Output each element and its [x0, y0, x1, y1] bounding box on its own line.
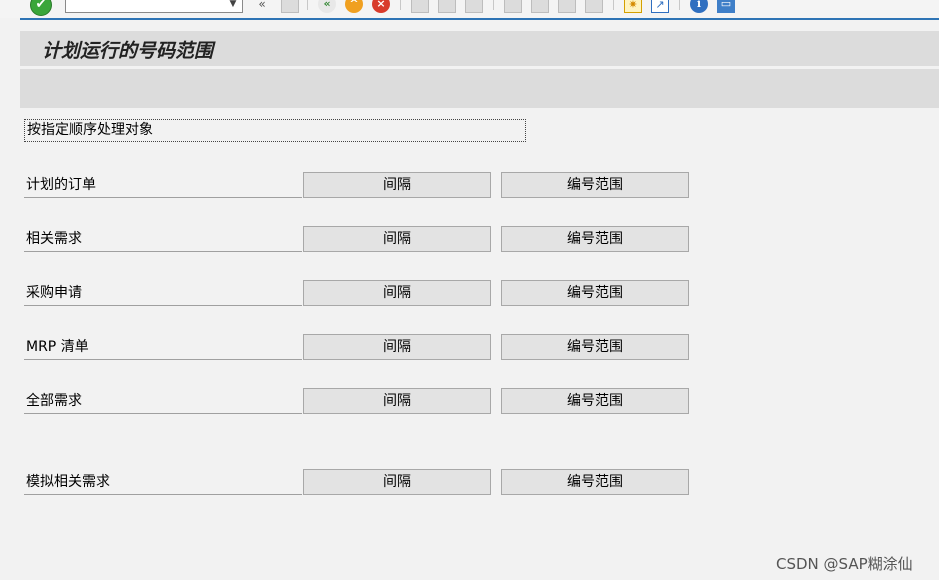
customize-layout-icon[interactable]: ▭: [717, 0, 735, 13]
system-toolbar: ✔ ▼ « « ^ × ✷ ↗ i ▭: [0, 0, 939, 18]
print-icon[interactable]: [411, 0, 429, 13]
interval-button-purchase-requisition[interactable]: 间隔: [303, 280, 491, 306]
toolbar-separator: [613, 0, 614, 10]
number-range-button-purchase-requisition[interactable]: 编号范围: [501, 280, 689, 306]
row-label-purchase-requisition: 采购申请: [24, 282, 302, 306]
save-icon[interactable]: [281, 0, 299, 13]
cancel-icon[interactable]: ×: [372, 0, 390, 13]
number-range-button-mrp-list[interactable]: 编号范围: [501, 334, 689, 360]
find-next-icon[interactable]: [465, 0, 483, 13]
interval-button-simulated-dependent-requirements[interactable]: 间隔: [303, 469, 491, 495]
double-left-chevron-icon[interactable]: «: [253, 0, 271, 13]
last-page-icon[interactable]: [585, 0, 603, 13]
number-range-button-total-requirements[interactable]: 编号范围: [501, 388, 689, 414]
interval-button-mrp-list[interactable]: 间隔: [303, 334, 491, 360]
toolbar-accent-line: [20, 18, 939, 20]
toolbar-separator: [679, 0, 680, 10]
row-label-mrp-list: MRP 清单: [24, 336, 302, 360]
interval-button-dependent-requirements[interactable]: 间隔: [303, 226, 491, 252]
toolbar-separator: [307, 0, 308, 10]
next-page-icon[interactable]: [558, 0, 576, 13]
command-dropdown-icon[interactable]: ▼: [227, 0, 239, 11]
row-label-planned-order: 计划的订单: [24, 174, 302, 198]
interval-button-planned-order[interactable]: 间隔: [303, 172, 491, 198]
help-icon[interactable]: i: [690, 0, 708, 13]
back-icon[interactable]: «: [318, 0, 336, 13]
enter-check-icon[interactable]: ✔: [30, 0, 52, 16]
watermark-text: CSDN @SAP糊涂仙: [776, 555, 913, 573]
first-page-icon[interactable]: [504, 0, 522, 13]
number-range-button-dependent-requirements[interactable]: 编号范围: [501, 226, 689, 252]
toolbar-separator: [493, 0, 494, 10]
create-shortcut-icon[interactable]: ↗: [651, 0, 669, 13]
find-icon[interactable]: [438, 0, 456, 13]
row-label-dependent-requirements: 相关需求: [24, 228, 302, 252]
process-order-label: 按指定顺序处理对象: [24, 119, 526, 142]
row-label-simulated-dependent-requirements: 模拟相关需求: [24, 471, 302, 495]
interval-button-total-requirements[interactable]: 间隔: [303, 388, 491, 414]
number-range-button-planned-order[interactable]: 编号范围: [501, 172, 689, 198]
page-title: 计划运行的号码范围: [42, 40, 214, 62]
previous-page-icon[interactable]: [531, 0, 549, 13]
exit-icon[interactable]: ^: [345, 0, 363, 13]
new-session-icon[interactable]: ✷: [624, 0, 642, 13]
number-range-button-simulated-dependent-requirements[interactable]: 编号范围: [501, 469, 689, 495]
title-bar: 计划运行的号码范围: [20, 31, 939, 66]
toolbar-separator: [400, 0, 401, 10]
command-field[interactable]: [65, 0, 243, 13]
application-toolbar: [20, 69, 939, 108]
row-label-total-requirements: 全部需求: [24, 390, 302, 414]
